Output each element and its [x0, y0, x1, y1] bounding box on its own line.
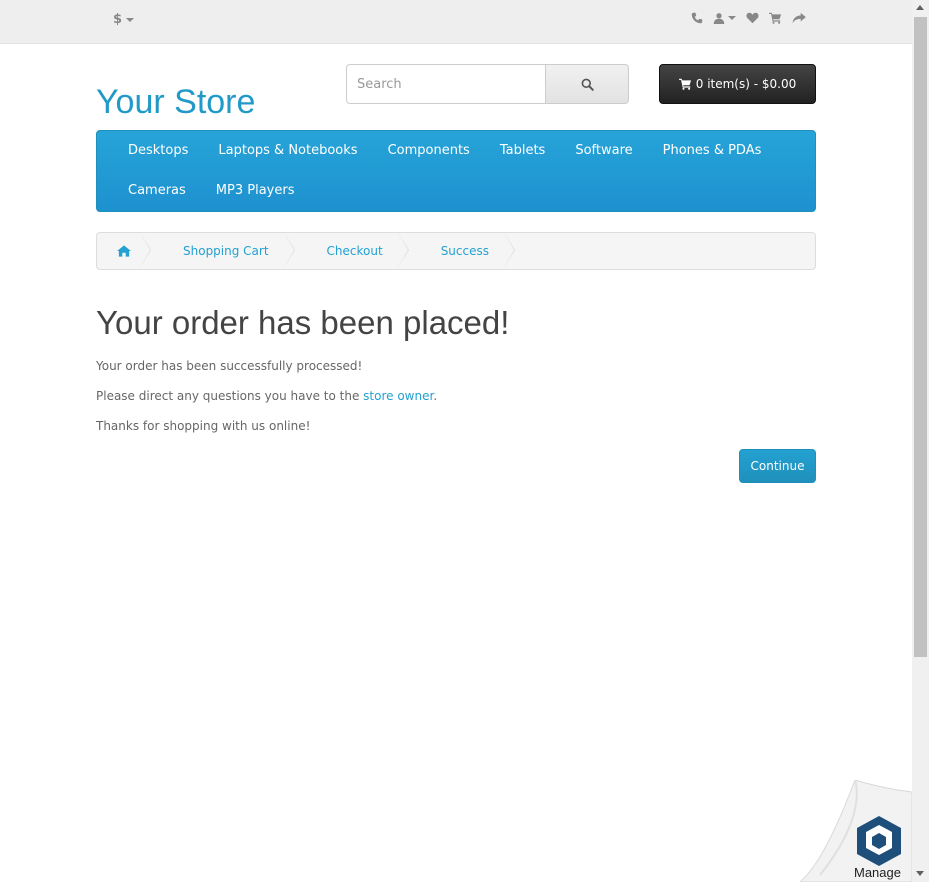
shopping-cart-link[interactable] — [769, 12, 782, 24]
contact-message-suffix: . — [433, 389, 438, 403]
search-button[interactable] — [545, 64, 629, 104]
phone-icon — [691, 12, 703, 24]
scroll-up-arrow-icon[interactable] — [916, 5, 924, 10]
breadcrumb-label: Checkout — [326, 244, 383, 258]
page-title: Your order has been placed! — [96, 304, 510, 341]
search-input[interactable] — [346, 64, 545, 104]
top-bar: $ — [0, 0, 912, 44]
vertical-scrollbar[interactable] — [912, 0, 929, 882]
menu-item-cameras[interactable]: Cameras — [113, 171, 201, 211]
menu-item-laptops-notebooks[interactable]: Laptops & Notebooks — [203, 131, 372, 171]
contact-message-prefix: Please direct any questions you have to … — [96, 389, 364, 403]
cart-dropdown-button[interactable]: 0 item(s) - $0.00 — [659, 64, 816, 104]
manage-label: Manage — [854, 865, 901, 880]
continue-button[interactable]: Continue — [739, 449, 816, 483]
breadcrumb-success[interactable]: Success — [409, 233, 516, 269]
menu-item-desktops[interactable]: Desktops — [113, 131, 203, 171]
breadcrumb-label: Shopping Cart — [183, 244, 269, 258]
main-menu: Desktops Laptops & Notebooks Components … — [96, 130, 816, 212]
contact-message: Please direct any questions you have to … — [96, 389, 437, 403]
share-icon — [792, 12, 806, 24]
menu-item-components[interactable]: Components — [373, 131, 485, 171]
caret-down-icon — [126, 17, 135, 22]
search-bar — [346, 64, 629, 104]
scroll-down-arrow-icon[interactable] — [916, 871, 924, 876]
heart-icon — [746, 12, 759, 24]
breadcrumb: Shopping Cart Checkout Success — [96, 232, 816, 270]
menu-item-mp3-players[interactable]: MP3 Players — [201, 171, 310, 211]
breadcrumb-checkout[interactable]: Checkout — [295, 233, 409, 269]
wishlist-link[interactable] — [746, 12, 759, 24]
search-icon — [581, 78, 594, 91]
caret-down-icon — [728, 16, 736, 20]
menu-item-tablets[interactable]: Tablets — [485, 131, 561, 171]
manage-widget[interactable]: Manage — [800, 780, 912, 882]
home-icon — [117, 245, 131, 257]
store-owner-link[interactable]: store owner — [363, 389, 433, 403]
thanks-message: Thanks for shopping with us online! — [96, 419, 311, 433]
checkout-link[interactable] — [792, 12, 806, 24]
cart-total-label: 0 item(s) - $0.00 — [695, 77, 797, 91]
phone-link[interactable] — [691, 12, 703, 24]
currency-dropdown[interactable]: $ — [113, 12, 135, 27]
cart-icon — [769, 12, 782, 24]
top-links — [691, 12, 806, 24]
account-dropdown[interactable] — [713, 12, 736, 24]
store-logo[interactable]: Your Store — [96, 80, 255, 124]
breadcrumb-shopping-cart[interactable]: Shopping Cart — [151, 233, 295, 269]
user-icon — [713, 13, 725, 24]
menu-item-phones-pdas[interactable]: Phones & PDAs — [648, 131, 777, 171]
currency-symbol: $ — [113, 12, 123, 27]
success-message: Your order has been successfully process… — [96, 359, 363, 373]
scrollbar-thumb[interactable] — [914, 17, 927, 657]
breadcrumb-label: Success — [440, 244, 489, 258]
breadcrumb-home[interactable] — [97, 233, 151, 269]
menu-item-software[interactable]: Software — [560, 131, 647, 171]
cart-icon — [678, 78, 691, 90]
